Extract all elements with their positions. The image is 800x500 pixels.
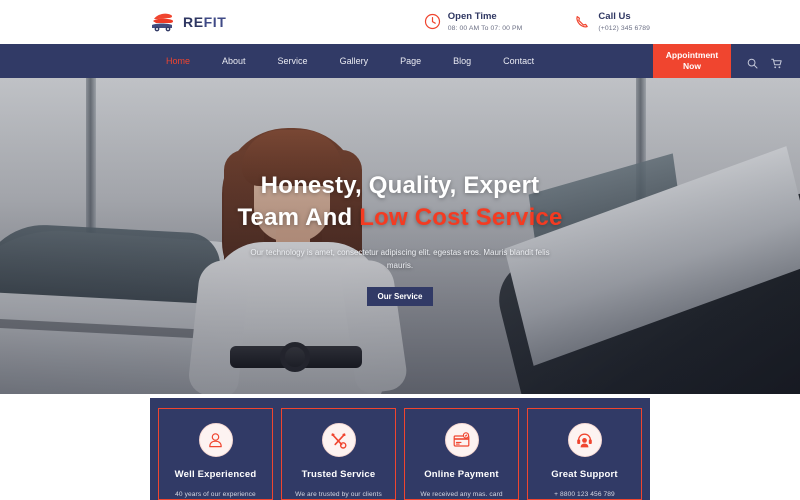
hero-heading-accent: Low Cost Service: [359, 203, 563, 231]
search-icon[interactable]: [747, 56, 758, 68]
appointment-label-line2: Now: [683, 61, 701, 71]
feature-card-well-experienced[interactable]: Well Experienced 40 years of our experie…: [158, 408, 273, 500]
call-us-title: Call Us: [598, 11, 631, 22]
nav-item-contact[interactable]: Contact: [487, 44, 550, 78]
open-time-title: Open Time: [447, 11, 497, 22]
feature-subtitle: 40 years of our experience: [175, 491, 256, 498]
headset-support-icon: [567, 423, 602, 457]
feature-title: Trusted Service: [301, 469, 376, 480]
appointment-label-line1: Appointment: [665, 49, 719, 60]
hero-heading-plain: Team And: [237, 203, 360, 231]
feature-subtitle: We are trusted by our clients: [295, 491, 382, 498]
nav-item-about[interactable]: About: [206, 44, 262, 78]
call-us-block[interactable]: Call Us (+012) 345 6789: [574, 11, 650, 33]
feature-subtitle: We received any mas. card: [420, 491, 503, 498]
nav-item-page[interactable]: Page: [384, 44, 437, 78]
brand-name-part2: FIT: [203, 14, 227, 30]
hero-section: Honesty, Quality, Expert Team And Low Co…: [0, 78, 800, 394]
feature-subtitle: + 8800 123 456 789: [554, 491, 615, 498]
feature-card-online-payment[interactable]: Online Payment We received any mas. card: [404, 408, 519, 500]
nav-item-home[interactable]: Home: [150, 44, 206, 78]
hero-heading-line2: Team And Low Cost Service: [150, 202, 650, 234]
open-time-block: Open Time 08: 00 AM To 07: 00 PM: [424, 11, 523, 33]
hero-paragraph: Our technology is amet, consectetur adip…: [250, 247, 550, 271]
feature-title: Great Support: [551, 469, 618, 480]
call-us-value: (+012) 345 6789: [598, 24, 650, 32]
open-time-value: 08: 00 AM To 07: 00 PM: [447, 24, 523, 32]
shopping-cart-icon[interactable]: [771, 56, 782, 68]
car-logo-icon: [150, 11, 176, 33]
nav-actions: Appointment Now: [653, 44, 800, 78]
crossed-tools-icon: [321, 423, 356, 457]
our-service-button[interactable]: Our Service: [367, 287, 433, 306]
nav-item-service[interactable]: Service: [262, 44, 324, 78]
nav-links: Home About Service Gallery Page Blog Con…: [0, 44, 550, 78]
brand-name: REFIT: [183, 15, 226, 29]
feature-cards-panel: Well Experienced 40 years of our experie…: [150, 398, 650, 500]
hero-content: Honesty, Quality, Expert Team And Low Co…: [0, 170, 800, 306]
credit-card-icon: [444, 423, 479, 457]
brand-name-part1: RE: [183, 14, 204, 30]
clock-icon: [424, 13, 441, 30]
top-bar: REFIT Open Time 08: 00 AM To 07: 00 PM C…: [0, 0, 800, 44]
nav-item-blog[interactable]: Blog: [437, 44, 487, 78]
top-contact-info: Open Time 08: 00 AM To 07: 00 PM Call Us…: [424, 11, 650, 33]
hero-heading: Honesty, Quality, Expert Team And Low Co…: [150, 170, 650, 234]
brand-logo[interactable]: REFIT: [150, 11, 226, 33]
hero-heading-line1: Honesty, Quality, Expert: [260, 172, 540, 199]
feature-card-great-support[interactable]: Great Support + 8800 123 456 789: [527, 408, 642, 500]
main-navigation: Home About Service Gallery Page Blog Con…: [0, 44, 800, 78]
feature-card-trusted-service[interactable]: Trusted Service We are trusted by our cl…: [281, 408, 396, 500]
user-person-icon: [198, 423, 233, 457]
feature-title: Online Payment: [424, 469, 499, 480]
feature-title: Well Experienced: [174, 469, 257, 480]
phone-icon: [574, 13, 591, 30]
appointment-now-button[interactable]: Appointment Now: [653, 44, 731, 78]
nav-item-gallery[interactable]: Gallery: [324, 44, 385, 78]
